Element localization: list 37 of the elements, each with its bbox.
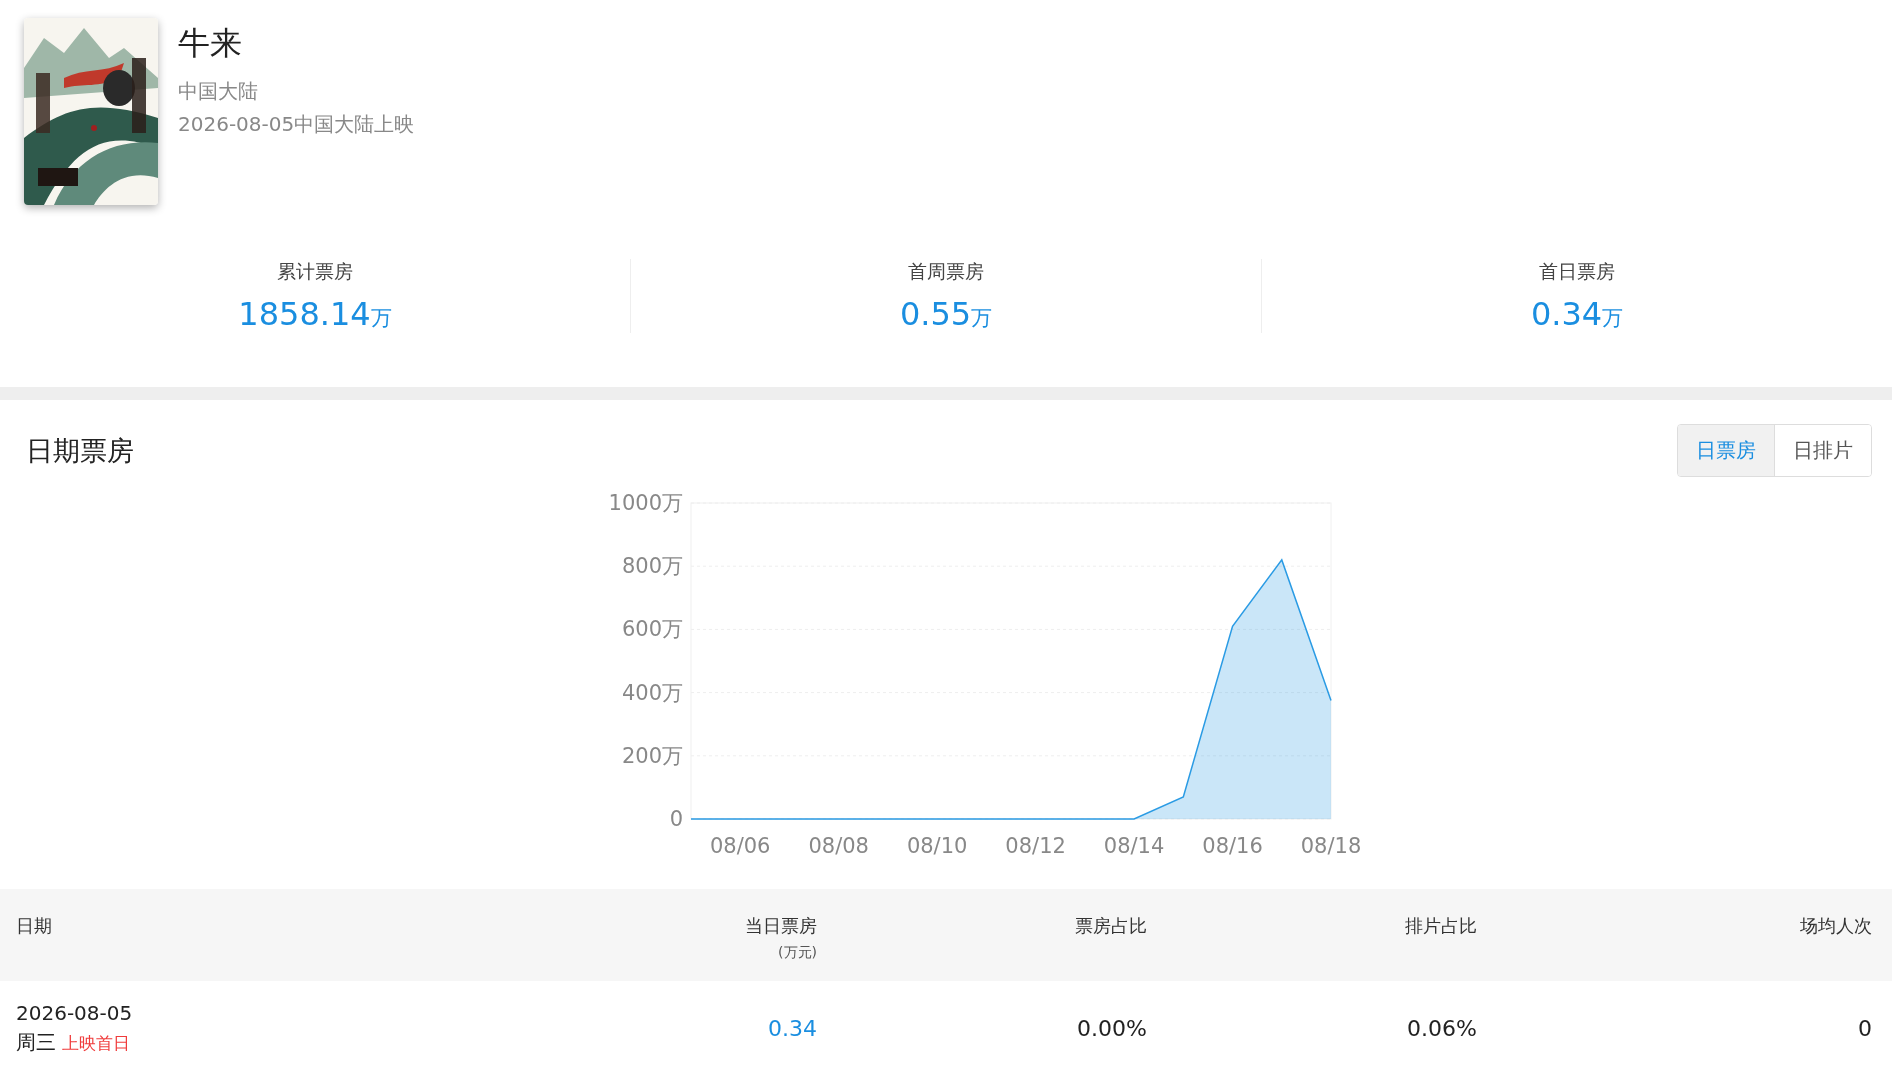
column-header: 场均人次 bbox=[1800, 914, 1872, 938]
stat-label: 累计票房 bbox=[277, 259, 353, 284]
x-tick-label: 08/18 bbox=[1300, 834, 1361, 858]
column-header: 日期 bbox=[16, 914, 52, 938]
weekday-text: 周三 bbox=[16, 1029, 56, 1056]
movie-title: 牛来 bbox=[178, 23, 243, 64]
y-tick-label: 400万 bbox=[621, 680, 683, 705]
x-tick-label: 08/10 bbox=[906, 834, 968, 858]
x-tick-label: 08/16 bbox=[1202, 834, 1263, 858]
column-header: 当日票房 bbox=[745, 914, 817, 938]
x-tick-label: 08/08 bbox=[808, 834, 869, 858]
column-unit: (万元) bbox=[778, 944, 817, 962]
release-date: 2026-08-05中国大陆上映 bbox=[178, 111, 415, 138]
release-tag: 上映首日 bbox=[62, 1032, 130, 1055]
x-tick-label: 08/14 bbox=[1103, 834, 1165, 858]
movie-region: 中国大陆 bbox=[178, 78, 259, 105]
stat-value: 0.55万 bbox=[899, 295, 993, 333]
table-cell-text: 0.34 bbox=[767, 1016, 817, 1041]
stat-label: 首周票房 bbox=[908, 259, 984, 284]
y-tick-label: 1000万 bbox=[608, 491, 683, 515]
table-cell-text: 0.00% bbox=[1076, 1016, 1147, 1041]
table-cell-text: 0.06% bbox=[1406, 1016, 1477, 1041]
x-tick-label: 08/12 bbox=[1005, 834, 1066, 858]
column-header: 票房占比 bbox=[1075, 914, 1147, 938]
table-cell-text: 0 bbox=[1857, 1016, 1872, 1041]
y-tick-label: 600万 bbox=[621, 617, 683, 642]
date-cell-text: 2026-08-05 bbox=[16, 1001, 134, 1025]
column-header: 排片占比 bbox=[1405, 914, 1477, 938]
section-title: 日期票房 bbox=[26, 433, 134, 468]
x-tick-label: 08/06 bbox=[709, 834, 771, 858]
y-tick-label: 0 bbox=[669, 807, 683, 831]
y-tick-label: 200万 bbox=[621, 743, 683, 768]
stat-label: 首日票房 bbox=[1539, 259, 1615, 284]
y-tick-label: 800万 bbox=[621, 554, 683, 579]
view-tab[interactable]: 日排片 bbox=[1774, 425, 1871, 476]
stat-value: 1858.14万 bbox=[238, 295, 392, 333]
stat-value: 0.34万 bbox=[1530, 295, 1624, 333]
